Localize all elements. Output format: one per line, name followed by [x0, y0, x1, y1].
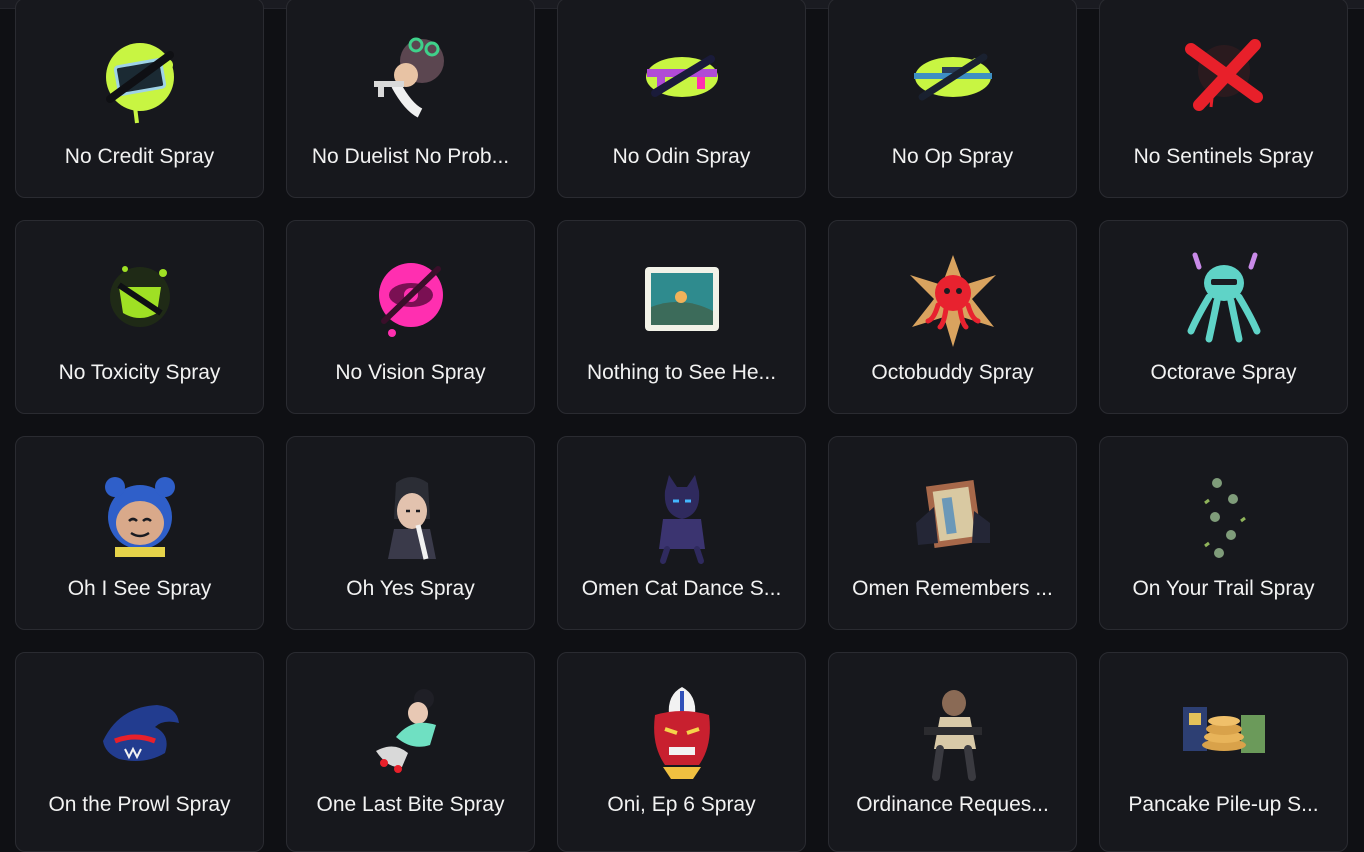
spray-label: On Your Trail Spray: [1132, 577, 1315, 600]
spray-card[interactable]: Oni, Ep 6 Spray: [557, 652, 806, 852]
no-odin-spray-icon: [627, 27, 737, 137]
spray-label: Omen Remembers ...: [852, 577, 1053, 600]
spray-card[interactable]: Oh I See Spray: [15, 436, 264, 630]
no-vision-spray-icon: [356, 247, 466, 357]
spray-card[interactable]: No Op Spray: [828, 0, 1077, 198]
spray-card[interactable]: No Sentinels Spray: [1099, 0, 1348, 198]
spray-card[interactable]: No Toxicity Spray: [15, 220, 264, 414]
on-the-prowl-spray-icon: [85, 679, 195, 789]
spray-label: Oh Yes Spray: [346, 577, 475, 600]
omen-cat-dance-spray-icon: [627, 463, 737, 573]
spray-card[interactable]: No Credit Spray: [15, 0, 264, 198]
spray-label: No Duelist No Prob...: [311, 145, 510, 168]
oh-yes-spray-icon: [356, 463, 466, 573]
spray-card[interactable]: Ordinance Reques...: [828, 652, 1077, 852]
spray-label: No Toxicity Spray: [58, 361, 221, 384]
no-credit-spray-icon: [85, 27, 195, 137]
spray-card[interactable]: Nothing to See He...: [557, 220, 806, 414]
spray-card[interactable]: Omen Remembers ...: [828, 436, 1077, 630]
spray-label: On the Prowl Spray: [48, 793, 231, 816]
spray-label: No Op Spray: [891, 145, 1014, 168]
spray-card[interactable]: Omen Cat Dance S...: [557, 436, 806, 630]
no-sentinels-spray-icon: [1169, 27, 1279, 137]
spray-label: Octobuddy Spray: [871, 361, 1034, 384]
spray-card[interactable]: Octobuddy Spray: [828, 220, 1077, 414]
no-toxicity-spray-icon: [85, 247, 195, 357]
oni-spray-icon: [627, 679, 737, 789]
spray-label: Pancake Pile-up S...: [1128, 793, 1319, 816]
no-op-spray-icon: [898, 27, 1008, 137]
spray-card[interactable]: Octorave Spray: [1099, 220, 1348, 414]
spray-label: No Credit Spray: [64, 145, 215, 168]
spray-label: One Last Bite Spray: [316, 793, 505, 816]
spray-card[interactable]: No Odin Spray: [557, 0, 806, 198]
spray-card[interactable]: Oh Yes Spray: [286, 436, 535, 630]
spray-grid: No Credit Spray No Duelist No Prob... No…: [15, 0, 1348, 852]
omen-remembers-spray-icon: [898, 463, 1008, 573]
spray-label: No Sentinels Spray: [1133, 145, 1314, 168]
ordinance-request-spray-icon: [898, 679, 1008, 789]
spray-card[interactable]: Pancake Pile-up S...: [1099, 652, 1348, 852]
no-duelist-spray-icon: [356, 27, 466, 137]
one-last-bite-spray-icon: [356, 679, 466, 789]
spray-label: Oh I See Spray: [67, 577, 212, 600]
nothing-to-see-spray-icon: [627, 247, 737, 357]
spray-label: Ordinance Reques...: [856, 793, 1049, 816]
spray-label: No Vision Spray: [335, 361, 486, 384]
spray-label: Octorave Spray: [1150, 361, 1297, 384]
spray-card[interactable]: On the Prowl Spray: [15, 652, 264, 852]
spray-label: No Odin Spray: [612, 145, 751, 168]
spray-card[interactable]: One Last Bite Spray: [286, 652, 535, 852]
spray-card[interactable]: On Your Trail Spray: [1099, 436, 1348, 630]
spray-label: Omen Cat Dance S...: [581, 577, 782, 600]
octobuddy-spray-icon: [898, 247, 1008, 357]
spray-card[interactable]: No Duelist No Prob...: [286, 0, 535, 198]
oh-i-see-spray-icon: [85, 463, 195, 573]
spray-card[interactable]: No Vision Spray: [286, 220, 535, 414]
spray-label: Oni, Ep 6 Spray: [607, 793, 756, 816]
spray-label: Nothing to See He...: [586, 361, 777, 384]
on-your-trail-spray-icon: [1169, 463, 1279, 573]
pancake-pileup-spray-icon: [1169, 679, 1279, 789]
octorave-spray-icon: [1169, 247, 1279, 357]
